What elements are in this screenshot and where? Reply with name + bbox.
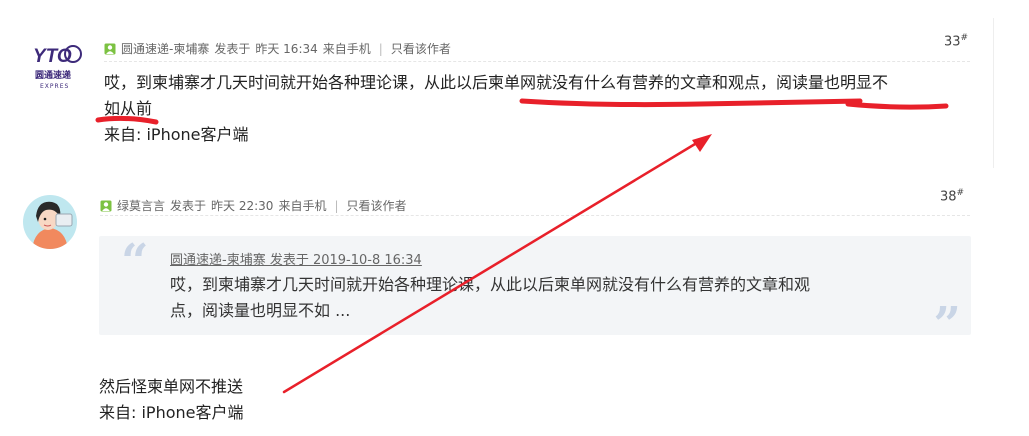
floor-mark: # — [956, 188, 965, 198]
post-38: 绿莫言言 发表于 昨天 22:30 来自手机 | 只看该作者 38# “ 圆通速… — [0, 180, 1029, 436]
separator: | — [378, 41, 383, 56]
quote-text: 哎，到柬埔寨才几天时间就开始各种理论课，从此以后柬单网就没有什么有营养的文章和观… — [170, 272, 890, 324]
post-meta: 圆通速递-柬埔寨 发表于 昨天 16:34 来自手机 | 只看该作者 — [104, 40, 451, 57]
post-33: YTO 圆通速递 EXPRES 圆通速递-柬埔寨 发表于 昨天 16:34 来自… — [0, 0, 1029, 170]
quote-line: 点，阅读量也明显不如 ... — [170, 301, 351, 320]
column-divider — [993, 18, 994, 168]
separator: | — [334, 198, 339, 213]
post-time: 昨天 22:30 — [211, 199, 274, 213]
avatar[interactable] — [22, 194, 78, 250]
avatar[interactable]: YTO 圆通速递 EXPRES — [30, 40, 84, 94]
post-body-line: 如从前 — [104, 99, 153, 118]
quote-block: “ 圆通速递-柬埔寨 发表于 2019-10-8 16:34 哎，到柬埔寨才几天… — [99, 234, 971, 349]
floor-value: 38 — [940, 189, 957, 205]
author-link[interactable]: 圆通速递-柬埔寨 — [121, 40, 209, 57]
post-meta: 绿莫言言 发表于 昨天 22:30 来自手机 | 只看该作者 — [100, 197, 407, 214]
avatar-illustration-icon — [23, 195, 77, 249]
quote-source-link[interactable]: 圆通速递-柬埔寨 发表于 2019-10-8 16:34 — [170, 249, 422, 268]
floor-value: 33 — [944, 34, 961, 50]
only-author-link[interactable]: 只看该作者 — [391, 40, 451, 57]
yto-logo-icon: YTO 圆通速递 EXPRES — [33, 45, 82, 90]
posted-label: 发表于 — [170, 199, 207, 213]
post-body-line: 哎，到柬埔寨才几天时间就开始各种理论课，从此以后柬单网就没有什么有营养的文章和观… — [104, 73, 889, 92]
meta-divider — [100, 215, 970, 216]
author-link[interactable]: 绿莫言言 — [117, 197, 165, 214]
avatar-sub2-text: EXPRES — [40, 83, 69, 90]
post-body: 哎，到柬埔寨才几天时间就开始各种理论课，从此以后柬单网就没有什么有营养的文章和观… — [104, 70, 984, 148]
post-body-line: 然后怪柬单网不推送 — [99, 377, 244, 396]
post-signature: 来自: iPhone客户端 — [104, 125, 249, 144]
quote-line: 哎，到柬埔寨才几天时间就开始各种理论课，从此以后柬单网就没有什么有营养的文章和观 — [170, 275, 811, 294]
post-time: 昨天 16:34 — [255, 42, 318, 56]
post-signature: 来自: iPhone客户端 — [99, 403, 244, 422]
user-icon — [100, 200, 112, 212]
meta-divider — [104, 61, 970, 62]
device-label: 来自手机 — [322, 42, 371, 56]
post-body: 然后怪柬单网不推送 来自: iPhone客户端 — [99, 374, 699, 426]
user-icon — [104, 43, 116, 55]
floor-number[interactable]: 38# — [940, 188, 964, 204]
avatar-sub-text: 圆通速递 — [35, 69, 71, 81]
quote-open-icon: “ — [121, 234, 149, 290]
floor-number[interactable]: 33# — [944, 33, 968, 49]
only-author-link[interactable]: 只看该作者 — [347, 197, 407, 214]
posted-label: 发表于 — [214, 42, 251, 56]
floor-mark: # — [960, 33, 969, 43]
quote-close-icon: ” — [933, 297, 961, 353]
device-label: 来自手机 — [278, 199, 327, 213]
